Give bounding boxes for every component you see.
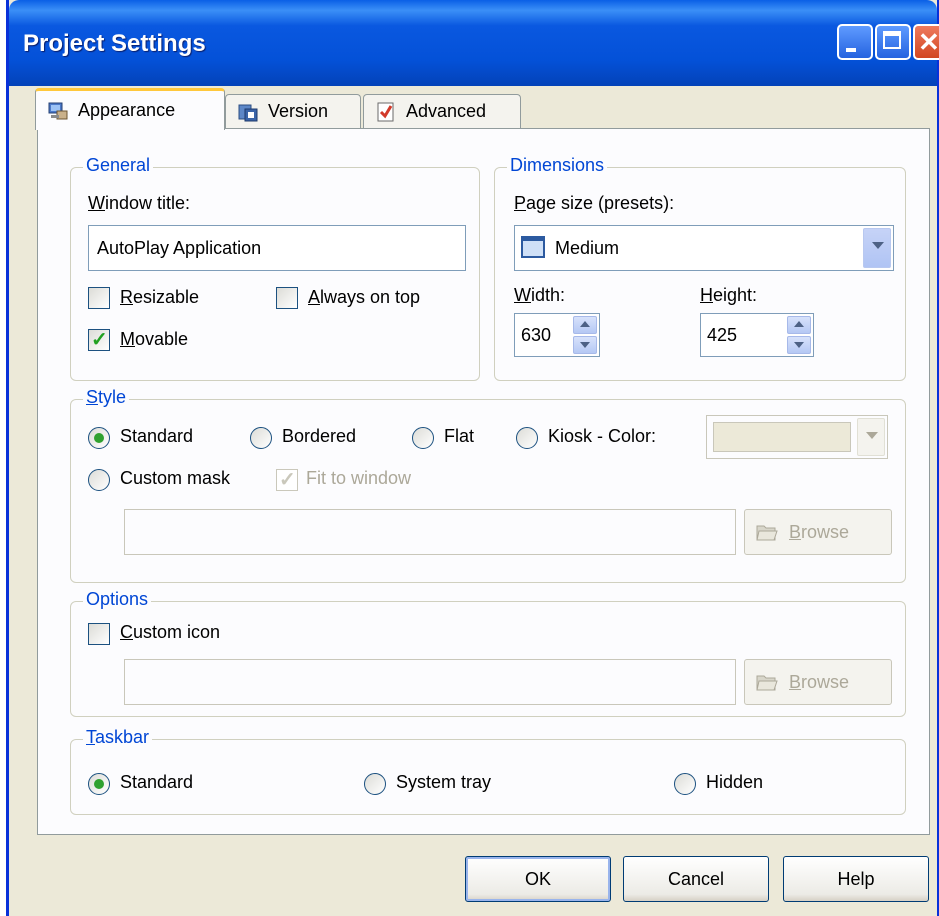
icon-browse-button[interactable]: Browse bbox=[744, 659, 892, 705]
height-spin-down-button[interactable] bbox=[787, 336, 811, 354]
check-mark-icon: ✓ bbox=[91, 329, 108, 351]
check-mark-icon: ✓ bbox=[279, 469, 296, 491]
fit-to-window-checkbox[interactable]: ✓ bbox=[276, 469, 298, 491]
tab-appearance[interactable]: Appearance bbox=[35, 88, 225, 130]
window-title-label: Window title: bbox=[88, 193, 191, 213]
title-bar[interactable]: Project Settings ✕ bbox=[9, 0, 939, 86]
tab-advanced-label: Advanced bbox=[406, 101, 487, 121]
minimize-icon bbox=[846, 48, 856, 52]
style-standard-radio[interactable] bbox=[88, 427, 110, 449]
height-spin-up-button[interactable] bbox=[787, 316, 811, 334]
taskbar-system-tray-label: System tray bbox=[396, 772, 492, 792]
close-icon: ✕ bbox=[918, 27, 939, 57]
page-size-label: Page size (presets): bbox=[514, 193, 675, 213]
width-label-text: idth: bbox=[531, 285, 566, 305]
style-bordered-radio[interactable] bbox=[250, 427, 272, 449]
style-kiosk-radio[interactable] bbox=[516, 427, 538, 449]
width-spin-down-button[interactable] bbox=[573, 336, 597, 354]
version-icon bbox=[238, 102, 258, 122]
window-title-input[interactable]: AutoPlay Application bbox=[88, 225, 466, 271]
taskbar-standard-radio[interactable] bbox=[88, 773, 110, 795]
style-legend-text: tyle bbox=[98, 387, 127, 407]
mask-browse-button[interactable]: Browse bbox=[744, 509, 892, 555]
movable-label: Movable bbox=[120, 329, 189, 349]
checklist-icon bbox=[376, 102, 396, 122]
height-label-text: eight: bbox=[713, 285, 758, 305]
maximize-icon bbox=[883, 31, 901, 49]
width-spin-up-button[interactable] bbox=[573, 316, 597, 334]
style-kiosk-label: Kiosk - Color: bbox=[548, 426, 657, 446]
dimensions-legend: Dimensions bbox=[507, 155, 608, 176]
monitor-icon bbox=[48, 101, 68, 121]
tab-advanced[interactable]: Advanced bbox=[363, 94, 521, 128]
always-on-top-label: Always on top bbox=[308, 287, 421, 307]
resizable-checkbox[interactable] bbox=[88, 287, 110, 309]
taskbar-hidden-label: Hidden bbox=[706, 772, 764, 792]
help-button[interactable]: Help bbox=[783, 856, 929, 902]
page-size-label-text: age size (presets): bbox=[526, 193, 675, 213]
kiosk-color-select[interactable] bbox=[706, 415, 888, 459]
tab-version[interactable]: Version bbox=[225, 94, 361, 128]
mask-path-input[interactable] bbox=[124, 509, 736, 555]
radio-selected-dot bbox=[94, 779, 104, 789]
general-legend: General bbox=[83, 155, 154, 176]
chevron-down-icon[interactable] bbox=[857, 418, 885, 456]
movable-checkbox[interactable]: ✓ bbox=[88, 329, 110, 351]
chevron-down-icon[interactable] bbox=[863, 228, 891, 268]
icon-path-input[interactable] bbox=[124, 659, 736, 705]
always-on-top-label-text: lways on top bbox=[320, 287, 421, 307]
taskbar-system-tray-radio[interactable] bbox=[364, 773, 386, 795]
always-on-top-checkbox[interactable] bbox=[276, 287, 298, 309]
resizable-label-text: esizable bbox=[133, 287, 200, 307]
radio-selected-dot bbox=[94, 433, 104, 443]
window-title: Project Settings bbox=[23, 30, 206, 57]
custom-icon-checkbox[interactable] bbox=[88, 623, 110, 645]
custom-icon-label-text: ustom icon bbox=[133, 622, 221, 642]
custom-icon-label: Custom icon bbox=[120, 622, 221, 642]
icon-browse-label-text: rowse bbox=[801, 671, 850, 692]
appearance-panel: General Window title: AutoPlay Applicati… bbox=[37, 128, 930, 835]
kiosk-color-swatch bbox=[713, 422, 851, 452]
movable-label-text: ovable bbox=[135, 329, 189, 349]
width-spinner[interactable]: 630 bbox=[514, 313, 600, 357]
icon-browse-label: Browse bbox=[789, 671, 850, 692]
style-standard-label: Standard bbox=[120, 426, 194, 446]
style-bordered-label: Bordered bbox=[282, 426, 357, 446]
minimize-button[interactable] bbox=[837, 24, 873, 60]
height-label: Height: bbox=[700, 285, 758, 305]
mask-browse-label: Browse bbox=[789, 521, 850, 542]
style-custom-mask-radio[interactable] bbox=[88, 469, 110, 491]
window-title-label-text: indow title: bbox=[105, 193, 191, 213]
page-size-value: Medium bbox=[555, 238, 620, 258]
taskbar-standard-label: Standard bbox=[120, 772, 194, 792]
tab-appearance-label: Appearance bbox=[78, 100, 176, 120]
folder-open-icon bbox=[755, 521, 779, 543]
style-flat-radio[interactable] bbox=[412, 427, 434, 449]
ok-button[interactable]: OK bbox=[465, 856, 611, 902]
taskbar-hidden-radio[interactable] bbox=[674, 773, 696, 795]
height-spinner[interactable]: 425 bbox=[700, 313, 814, 357]
style-custom-mask-label: Custom mask bbox=[120, 468, 231, 488]
style-flat-label: Flat bbox=[444, 426, 475, 446]
mask-browse-label-text: rowse bbox=[801, 521, 850, 542]
options-legend: Options bbox=[83, 589, 152, 610]
maximize-button[interactable] bbox=[875, 24, 911, 60]
height-value: 425 bbox=[707, 324, 738, 345]
page-size-select[interactable]: Medium bbox=[514, 225, 894, 271]
width-label: Width: bbox=[514, 285, 566, 305]
width-value: 630 bbox=[521, 324, 552, 345]
cancel-button[interactable]: Cancel bbox=[623, 856, 769, 902]
taskbar-legend: Taskbar bbox=[83, 727, 153, 748]
resizable-label: Resizable bbox=[120, 287, 200, 307]
folder-open-icon bbox=[755, 671, 779, 693]
window-preset-icon bbox=[521, 236, 545, 258]
close-button[interactable]: ✕ bbox=[913, 24, 939, 60]
style-legend: Style bbox=[83, 387, 130, 408]
tab-version-label: Version bbox=[268, 101, 329, 121]
taskbar-legend-text: askbar bbox=[95, 727, 150, 747]
fit-to-window-label: Fit to window bbox=[306, 468, 412, 488]
project-settings-window: Project Settings ✕ Appearance Version Ad… bbox=[6, 0, 939, 916]
